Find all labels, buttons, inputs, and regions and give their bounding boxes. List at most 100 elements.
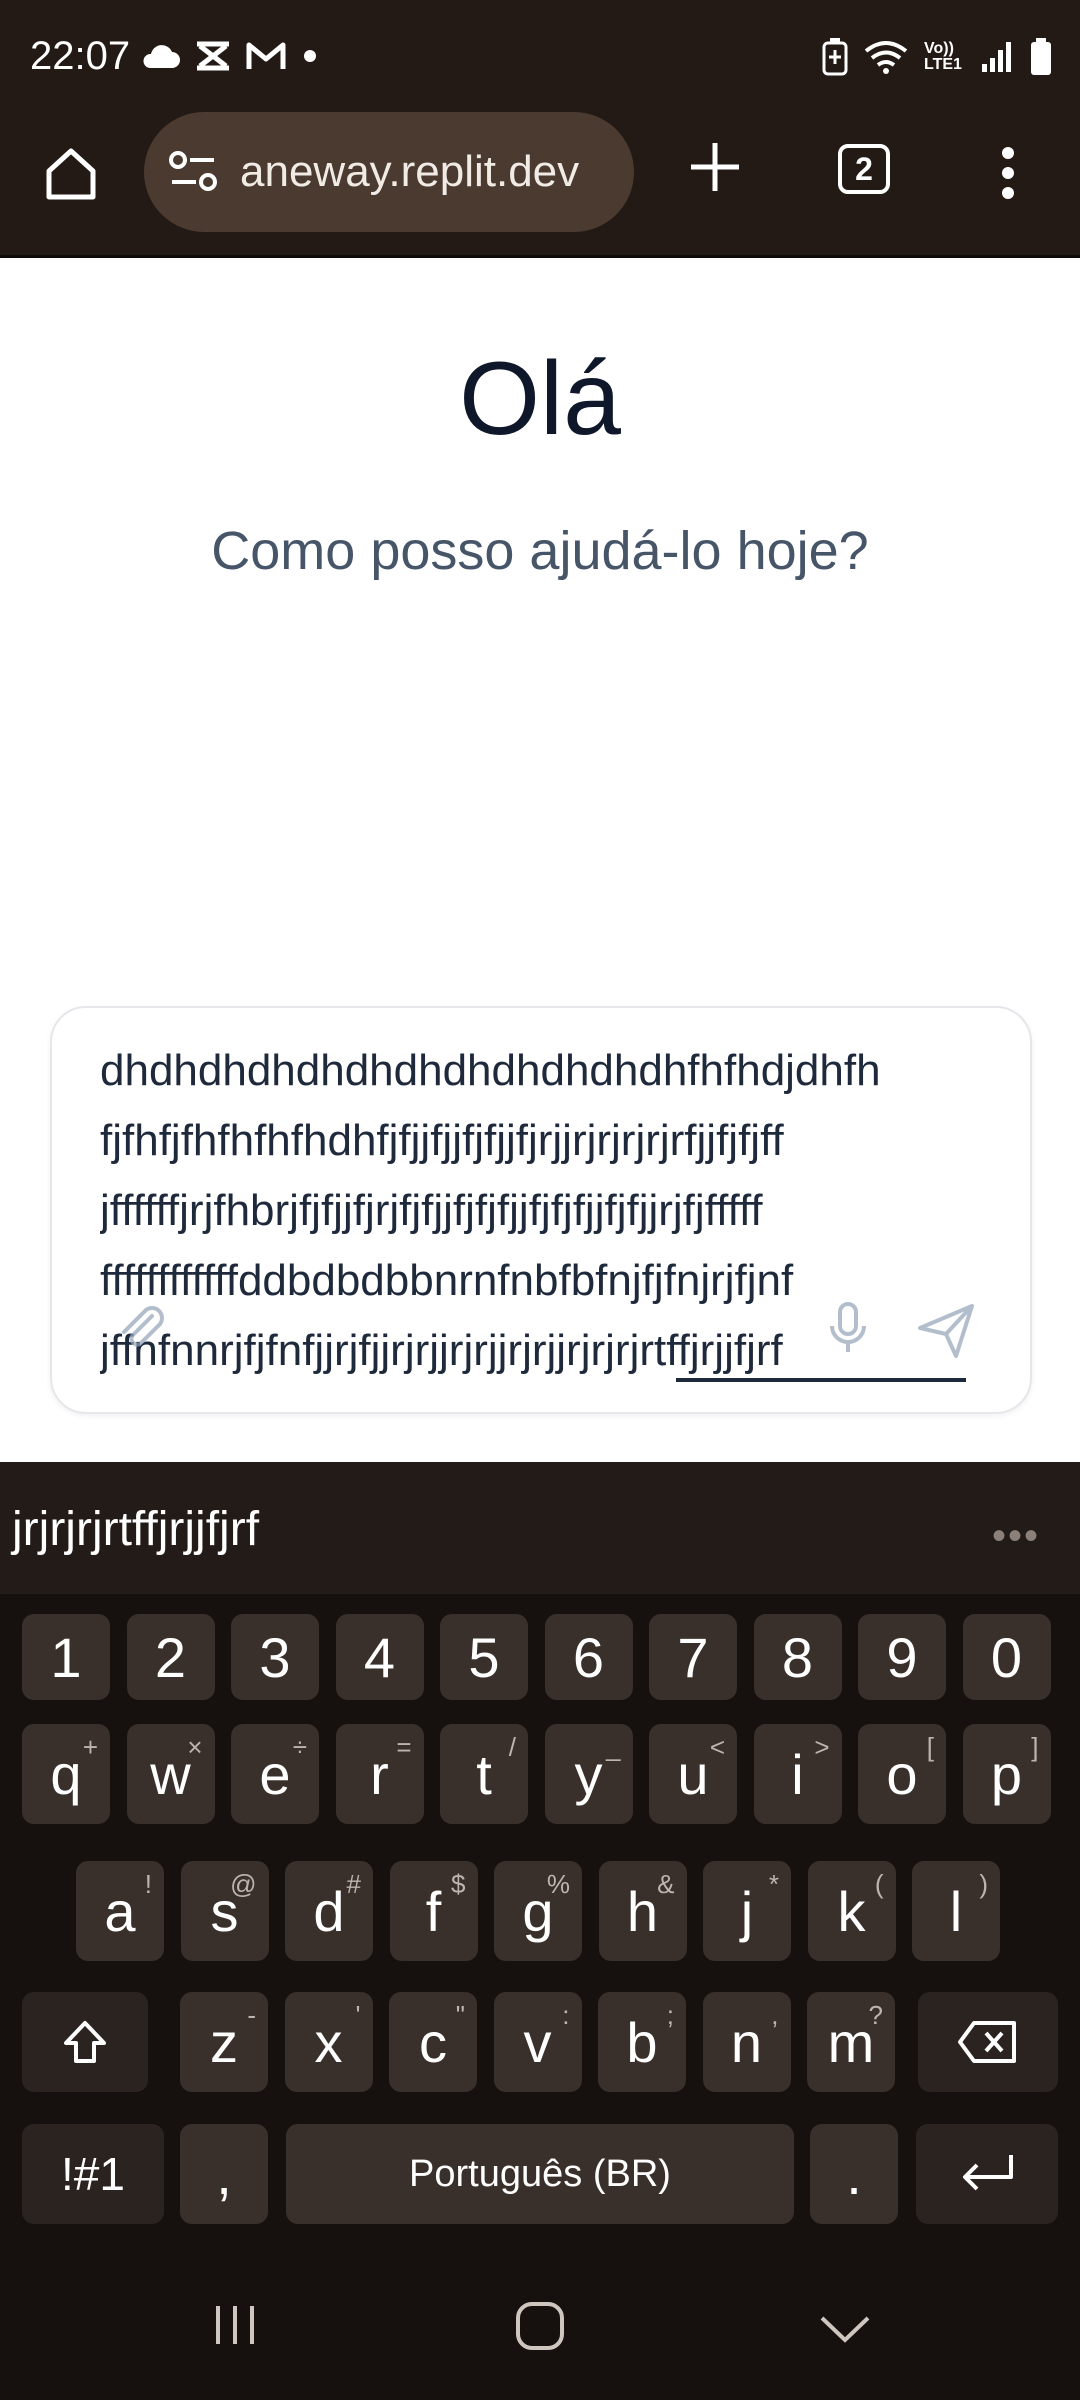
key-z[interactable]: z-	[180, 1992, 268, 2092]
key-c[interactable]: c "	[389, 1992, 477, 2092]
message-composer[interactable]: dhdhdhdhdhdhdhdhdhdhdhdhfhfhdjdhfh fjfhf…	[50, 1006, 1032, 1414]
key-hint: !	[144, 1869, 152, 1899]
key-k[interactable]: k(	[807, 1861, 896, 1961]
message-line: fjfhfjfhfhfhfhdhfjfjjfjjfjfjjfjrjjrjrjrj…	[100, 1116, 784, 1165]
key-u[interactable]: u <	[649, 1724, 737, 1824]
key-i[interactable]: i >	[753, 1724, 842, 1824]
key-7[interactable]: 7	[649, 1614, 737, 1700]
back-chevron-icon[interactable]	[818, 2312, 872, 2344]
key-label: 4	[363, 1625, 396, 1689]
home-nav-icon[interactable]	[514, 2300, 566, 2352]
key-x[interactable]: x '	[284, 1992, 373, 2092]
key-f[interactable]: f $	[389, 1861, 478, 1961]
key-hint: <	[709, 1732, 725, 1762]
key-label: 5	[468, 1625, 500, 1689]
key-label: q	[50, 1742, 82, 1806]
key-hint: [	[926, 1732, 934, 1762]
key-8[interactable]: 8	[753, 1614, 842, 1700]
key-d[interactable]: d #	[285, 1861, 373, 1961]
key-r[interactable]: r =	[335, 1724, 424, 1824]
key-n[interactable]: n,	[702, 1992, 791, 2092]
symbols-key[interactable]: !#1	[22, 2124, 164, 2224]
site-settings-icon[interactable]	[168, 150, 218, 194]
key-5[interactable]: 5	[440, 1614, 528, 1700]
key-s[interactable]: s @	[180, 1861, 269, 1961]
voice-input-button[interactable]	[818, 1298, 878, 1358]
key-b[interactable]: b;	[598, 1992, 686, 2092]
key-hint: =	[396, 1732, 412, 1762]
key-j[interactable]: j *	[703, 1861, 791, 1961]
cloud-icon	[143, 45, 180, 68]
backspace-key[interactable]	[918, 1992, 1058, 2092]
key-6[interactable]: 6	[544, 1614, 633, 1700]
comma-key[interactable]: ,	[180, 2124, 268, 2224]
key-v[interactable]: v:	[493, 1992, 582, 2092]
key-e[interactable]: e ÷	[231, 1724, 319, 1824]
key-hint: %	[546, 1869, 570, 1899]
key-m[interactable]: m?	[807, 1992, 895, 2092]
key-label: e	[259, 1742, 291, 1806]
url-text: aneway.replit.dev	[240, 147, 580, 196]
key-w[interactable]: w ×	[126, 1724, 215, 1824]
key-label: b	[626, 2010, 658, 2074]
backspace-icon	[958, 2021, 1016, 2063]
key-hint: _	[606, 1732, 621, 1762]
volte-indicator: Vo)) LTE1	[924, 40, 962, 73]
key-h[interactable]: h &	[598, 1861, 687, 1961]
key-label: k	[837, 1879, 866, 1943]
battery-icon	[1031, 38, 1051, 75]
more-options-icon[interactable]: •••	[992, 1514, 1040, 1559]
key-0[interactable]: 0	[962, 1614, 1051, 1700]
key-label: !#1	[61, 2148, 125, 2200]
key-9[interactable]: 9	[858, 1614, 946, 1700]
key-label: i	[791, 1742, 804, 1806]
key-o[interactable]: o[	[858, 1724, 946, 1824]
enter-key[interactable]	[916, 2124, 1058, 2224]
suggestion-bar: jrjrjrjrtffjrjjfjrf •••	[0, 1462, 1080, 1594]
word-suggestion[interactable]: jrjrjrjrtffjrjjfjrf	[12, 1502, 259, 1557]
key-1[interactable]: 1	[22, 1614, 110, 1700]
key-label: 0	[990, 1625, 1023, 1689]
key-hint: (	[874, 1869, 884, 1899]
key-hint: )	[979, 1869, 988, 1899]
key-2[interactable]: 2	[126, 1614, 215, 1700]
key-hint: $	[451, 1869, 466, 1899]
key-l[interactable]: l)	[912, 1861, 1000, 1961]
key-label: w	[150, 1742, 191, 1806]
attach-button[interactable]	[112, 1298, 172, 1358]
key-label: u	[677, 1742, 709, 1806]
key-hint: +	[82, 1732, 98, 1762]
recent-apps-icon[interactable]	[210, 2300, 260, 2350]
key-label: 1	[50, 1625, 82, 1689]
key-hint: *	[768, 1869, 779, 1899]
send-button[interactable]	[914, 1298, 978, 1362]
key-3[interactable]: 3	[231, 1614, 319, 1700]
key-hint: >	[814, 1732, 830, 1762]
key-label: m	[827, 2010, 875, 2074]
status-bar: 22:07 Vo)) LTE1	[0, 0, 1080, 108]
key-y[interactable]: y _	[544, 1724, 633, 1824]
key-t[interactable]: t /	[440, 1724, 528, 1824]
url-bar[interactable]: aneway.replit.dev	[144, 112, 634, 232]
home-button[interactable]	[36, 138, 106, 208]
key-q[interactable]: q +	[22, 1724, 110, 1824]
key-g[interactable]: g%	[494, 1861, 582, 1961]
shift-key[interactable]	[22, 1992, 148, 2092]
notification-icons	[140, 40, 320, 72]
new-tab-button[interactable]	[680, 132, 750, 202]
key-label: t	[476, 1742, 492, 1806]
tab-switcher-button[interactable]: 2	[838, 144, 890, 194]
overflow-menu-button[interactable]	[988, 138, 1028, 208]
key-a[interactable]: a!	[76, 1861, 164, 1961]
key-label: j	[740, 1879, 754, 1943]
key-label: d	[313, 1879, 345, 1943]
status-time: 22:07	[30, 34, 131, 78]
key-hint: -	[247, 2000, 256, 2030]
key-4[interactable]: 4	[335, 1614, 424, 1700]
key-p[interactable]: p]	[962, 1724, 1051, 1824]
period-key[interactable]: .	[810, 2124, 898, 2224]
key-label: o	[886, 1742, 918, 1806]
page-title: Olá	[459, 341, 621, 457]
space-key[interactable]: Português (BR)	[286, 2124, 794, 2224]
key-label: x	[314, 2010, 343, 2074]
